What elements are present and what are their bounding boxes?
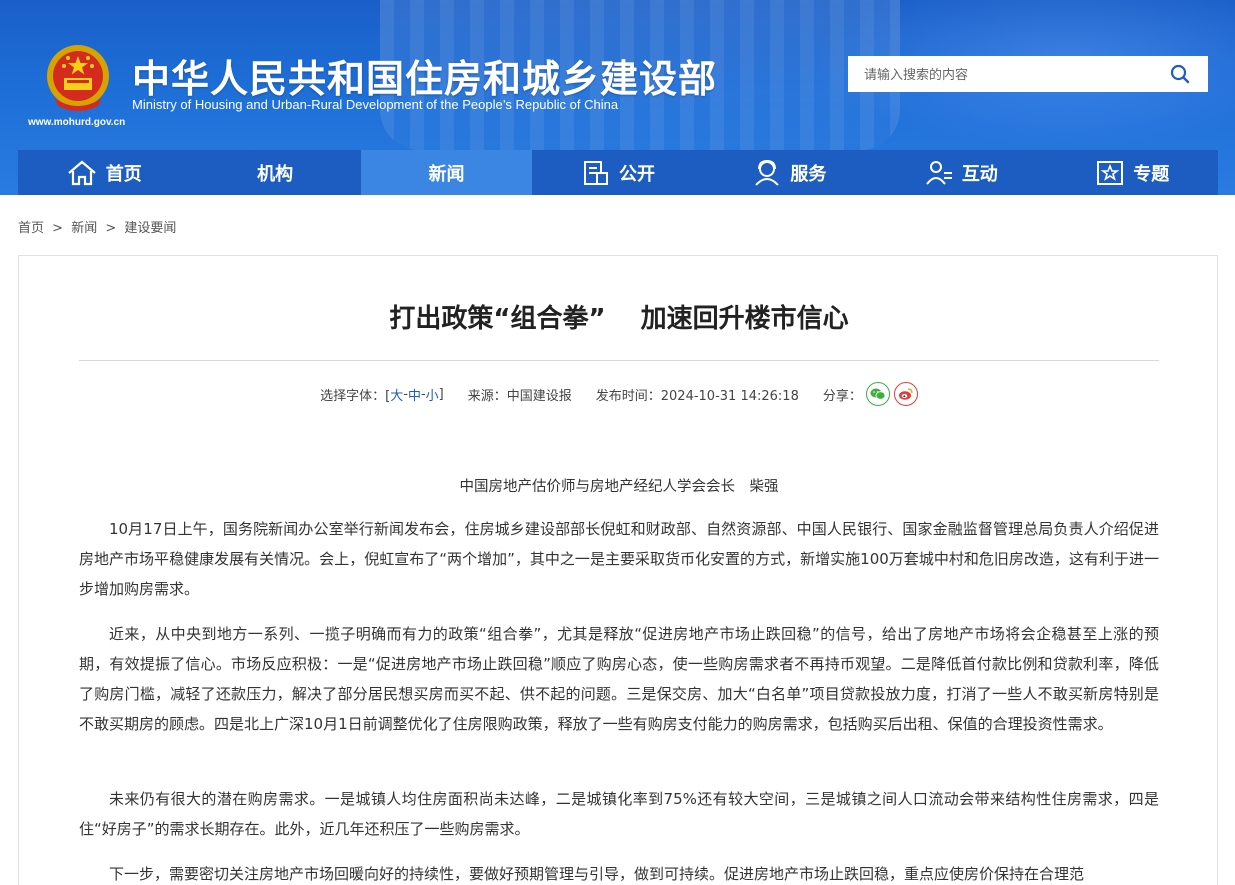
article-container: 打出政策“组合拳” 加速回升楼市信心 选择字体：[ 大 - 中 - 小 ] 来源…: [18, 255, 1218, 885]
article-paragraph: 近来，从中央到地方一系列、一揽子明确而有力的政策“组合拳”，尤其是释放“促进房地…: [79, 625, 1159, 733]
breadcrumb-news[interactable]: 新闻: [71, 221, 97, 236]
article-title: 打出政策“组合拳” 加速回升楼市信心: [389, 304, 849, 334]
service-icon: [755, 159, 780, 186]
article-source: 来源：中国建设报: [467, 388, 572, 404]
nav-label: 公开: [618, 163, 655, 185]
home-icon: [67, 160, 96, 185]
breadcrumb-home[interactable]: 首页: [18, 221, 44, 236]
article-meta: 选择字体：[ 大 - 中 - 小 ] 来源：中国建设报 发布时间：2024-10…: [19, 382, 1219, 406]
search-input[interactable]: [848, 56, 1208, 92]
topic-star-icon: [1097, 160, 1124, 185]
nav-item-topic[interactable]: 专题: [1046, 150, 1218, 195]
nav-item-news[interactable]: 新闻: [360, 150, 533, 195]
font-size-selector: 选择字体：[ 大 - 中 - 小 ]: [320, 385, 444, 404]
breadcrumb-construction-news[interactable]: 建设要闻: [124, 221, 176, 236]
font-size-large-link[interactable]: 大: [390, 385, 403, 404]
article-paragraph: 下一步，需要密切关注房地产市场回暖向好的持续性，要做好预期管理与引导，做到可持续…: [109, 865, 1085, 883]
search-button[interactable]: [1160, 56, 1200, 92]
breadcrumb: 首页 > 新闻 > 建设要闻: [18, 217, 176, 236]
share-label: 分享：: [822, 388, 862, 404]
nav-item-organization[interactable]: 机构: [189, 150, 361, 195]
weibo-share-icon[interactable]: [893, 382, 918, 406]
nav-item-public[interactable]: 公开: [532, 150, 704, 195]
font-size-medium-link[interactable]: 中: [408, 385, 421, 404]
nav-item-home[interactable]: 首页: [18, 150, 190, 195]
article-paragraph: 10月17日上午，国务院新闻办公室举行新闻发布会，住房城乡建设部部长倪虹和财政部…: [79, 520, 1159, 598]
breadcrumb-separator: >: [105, 221, 117, 236]
article-publish-time: 发布时间：2024-10-31 14:26:18: [595, 388, 799, 404]
nav-item-interaction[interactable]: 互动: [875, 150, 1047, 195]
title-divider: [79, 360, 1159, 361]
site-subtitle: Ministry of Housing and Urban-Rural Deve…: [132, 97, 619, 112]
national-emblem-icon: [47, 45, 109, 111]
nav-label: 专题: [1133, 163, 1170, 185]
article-author: 中国房地产估价师与房地产经纪人学会会长 柴强: [459, 479, 779, 495]
font-size-label: 选择字体：[: [320, 388, 391, 404]
nav-label: 新闻: [428, 163, 465, 185]
nav-label: 互动: [961, 163, 998, 185]
nav-label: 机构: [257, 163, 294, 185]
site-url: www.mohurd.gov.cn: [28, 117, 126, 128]
main-nav: 首页 机构 新闻 公开 服务 互动 专题: [18, 150, 1218, 195]
share-group: 分享：: [823, 382, 918, 406]
document-icon: [583, 160, 608, 185]
search-icon: [1170, 64, 1190, 84]
article-paragraph: 未来仍有很大的潜在购房需求。一是城镇人均住房面积尚未达峰，二是城镇化率到75%还…: [79, 790, 1159, 838]
site-title: 中华人民共和国住房和城乡建设部: [132, 57, 718, 101]
wechat-share-icon[interactable]: [865, 382, 890, 406]
breadcrumb-separator: >: [52, 221, 64, 236]
nav-label: 服务: [790, 163, 827, 185]
font-size-small-link[interactable]: 小: [426, 385, 439, 404]
font-size-bracket-close: ]: [438, 386, 444, 402]
interaction-icon: [926, 160, 952, 185]
nav-item-service[interactable]: 服务: [703, 150, 876, 195]
nav-label: 首页: [105, 163, 142, 185]
